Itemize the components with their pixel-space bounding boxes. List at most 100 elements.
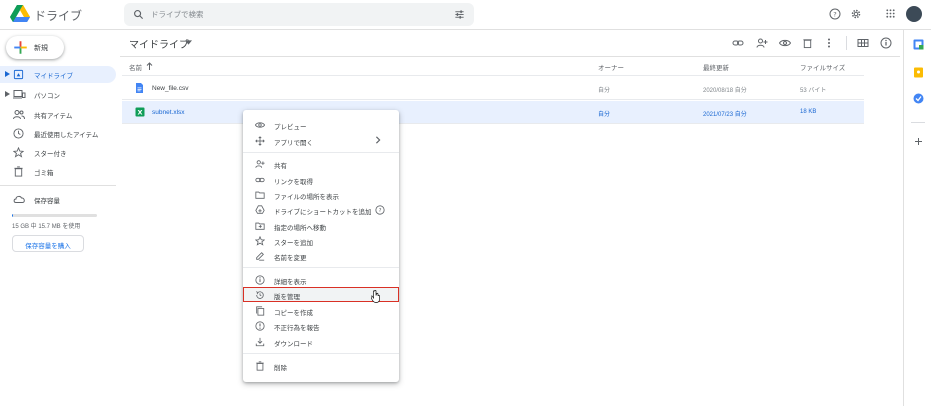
menu-item-label: 削除 <box>274 365 287 372</box>
expand-caret-icon[interactable] <box>5 91 10 97</box>
sidebar-item-recent[interactable]: 最近使用したアイテム <box>0 125 116 142</box>
menu-item-show-location[interactable]: ファイルの場所を表示 <box>243 187 399 202</box>
sidebar-item-label: 最近使用したアイテム <box>34 132 99 139</box>
menu-item-get-link[interactable]: リンクを取得 <box>243 172 399 187</box>
column-header-modified[interactable]: 最終更新 <box>703 62 729 72</box>
drive-logo-icon[interactable] <box>10 5 30 23</box>
menu-item-open-with[interactable]: アプリで開く <box>243 133 399 148</box>
menu-divider <box>243 267 399 268</box>
people-icon <box>13 110 25 120</box>
svg-text:X: X <box>137 109 142 117</box>
add-plus-icon[interactable] <box>913 136 924 147</box>
menu-item-add-star[interactable]: スターを追加 <box>243 233 399 248</box>
link-icon <box>255 177 265 183</box>
column-header-name[interactable]: 名前 <box>129 62 142 72</box>
share-person-add-icon[interactable] <box>756 37 768 49</box>
link-icon[interactable] <box>732 37 744 49</box>
file-name[interactable]: New_file.csv <box>152 85 188 92</box>
settings-gear-icon[interactable] <box>850 8 862 20</box>
side-panel-divider <box>911 122 925 123</box>
sidebar-item-storage[interactable]: 保存容量 <box>0 191 116 208</box>
search-icon[interactable] <box>133 9 144 20</box>
remove-trash-icon[interactable] <box>802 37 813 49</box>
menu-item-label: 共有 <box>274 163 287 170</box>
column-header-size[interactable]: ファイルサイズ <box>800 62 845 72</box>
side-panel <box>903 30 931 406</box>
menu-item-make-copy[interactable]: コピーを作成 <box>243 303 399 318</box>
sort-arrow-up-icon[interactable] <box>146 62 153 70</box>
shortcut-icon <box>255 205 265 214</box>
buy-storage-button[interactable]: 保存容量を購入 <box>12 235 84 252</box>
sidebar-item-label: マイドライブ <box>34 73 73 80</box>
doc-icon <box>136 83 143 93</box>
menu-divider <box>243 353 399 354</box>
grid-view-icon[interactable] <box>857 37 869 49</box>
menu-item-add-shortcut[interactable]: ドライブにショートカットを追加 ? <box>243 202 399 217</box>
file-owner: 自分 <box>598 88 611 94</box>
menu-item-label: 詳細を表示 <box>274 279 307 286</box>
app-header: ドライブ ドライブで検索 ? <box>0 0 931 30</box>
sidebar-item-shared[interactable]: 共有アイテム <box>0 106 116 123</box>
search-box[interactable]: ドライブで検索 <box>124 3 474 26</box>
new-button-label: 新規 <box>34 45 48 52</box>
menu-item-label: スターを追加 <box>274 240 313 247</box>
file-row-selected[interactable]: X subnet.xlsx 自分 2021/07/23 自分 18 KB <box>122 101 864 124</box>
move-icon <box>255 136 265 146</box>
account-avatar[interactable] <box>906 6 922 22</box>
tasks-icon[interactable] <box>913 93 924 104</box>
sheets-icon: X <box>135 107 145 117</box>
search-options-icon[interactable] <box>454 9 465 20</box>
chevron-down-icon[interactable] <box>185 40 192 45</box>
menu-item-label: 指定の場所へ移動 <box>274 225 326 232</box>
sidebar-item-trash[interactable]: ゴミ箱 <box>0 163 116 180</box>
computer-icon <box>13 90 26 99</box>
svg-text:?: ? <box>833 11 836 19</box>
menu-item-remove[interactable]: 削除 <box>243 358 399 373</box>
sidebar-item-my-drive[interactable]: マイドライブ <box>0 66 116 83</box>
calendar-icon[interactable] <box>913 39 924 50</box>
storage-usage-fill <box>12 214 13 217</box>
file-name[interactable]: subnet.xlsx <box>152 109 185 116</box>
sidebar-item-label: 共有アイテム <box>34 113 73 120</box>
sidebar-item-label: 保存容量 <box>34 198 60 205</box>
new-button[interactable]: 新規 <box>6 36 64 59</box>
file-size: 53 バイト <box>800 88 827 94</box>
menu-item-share[interactable]: 共有 <box>243 156 399 171</box>
chevron-right-icon <box>375 136 381 144</box>
sidebar-item-computers[interactable]: パソコン <box>0 86 116 103</box>
help-circle-icon[interactable]: ? <box>375 205 385 215</box>
info-icon <box>255 275 265 285</box>
sidebar-divider <box>0 185 116 186</box>
info-icon[interactable] <box>880 37 892 49</box>
preview-eye-icon[interactable] <box>779 37 791 49</box>
menu-item-rename[interactable]: 名前を変更 <box>243 248 399 263</box>
menu-item-download[interactable]: ダウンロード <box>243 334 399 349</box>
menu-item-label: 不正行為を報告 <box>274 325 320 332</box>
help-icon[interactable]: ? <box>829 8 841 20</box>
menu-item-preview[interactable]: プレビュー <box>243 117 399 132</box>
file-modified: 2020/08/18 自分 <box>703 88 747 94</box>
app-title[interactable]: ドライブ <box>34 7 82 24</box>
expand-caret-icon[interactable] <box>5 71 10 77</box>
sidebar-item-label: ゴミ箱 <box>34 170 54 177</box>
move-to-icon <box>255 222 265 230</box>
menu-item-label: 版を管理 <box>274 294 300 301</box>
svg-text:?: ? <box>379 208 382 214</box>
person-add-icon <box>255 160 265 168</box>
menu-item-report-abuse[interactable]: 不正行為を報告 <box>243 318 399 333</box>
header-row-divider <box>122 75 864 76</box>
menu-item-label: 名前を変更 <box>274 255 307 262</box>
column-header-owner[interactable]: オーナー <box>598 62 624 72</box>
menu-item-move-to[interactable]: 指定の場所へ移動 <box>243 218 399 233</box>
apps-grid-icon[interactable] <box>885 8 896 19</box>
more-vert-icon[interactable] <box>826 37 832 49</box>
search-input[interactable]: ドライブで検索 <box>151 9 204 20</box>
report-icon <box>255 321 265 331</box>
sidebar-item-starred[interactable]: スター付き <box>0 144 116 161</box>
menu-item-view-details[interactable]: 詳細を表示 <box>243 272 399 287</box>
file-row[interactable]: New_file.csv 自分 2020/08/18 自分 53 バイト <box>122 77 864 100</box>
keep-icon[interactable] <box>913 67 924 78</box>
folder-icon <box>255 191 265 199</box>
breadcrumb-my-drive[interactable]: マイドライブ <box>129 36 189 51</box>
plus-icon <box>14 41 27 54</box>
